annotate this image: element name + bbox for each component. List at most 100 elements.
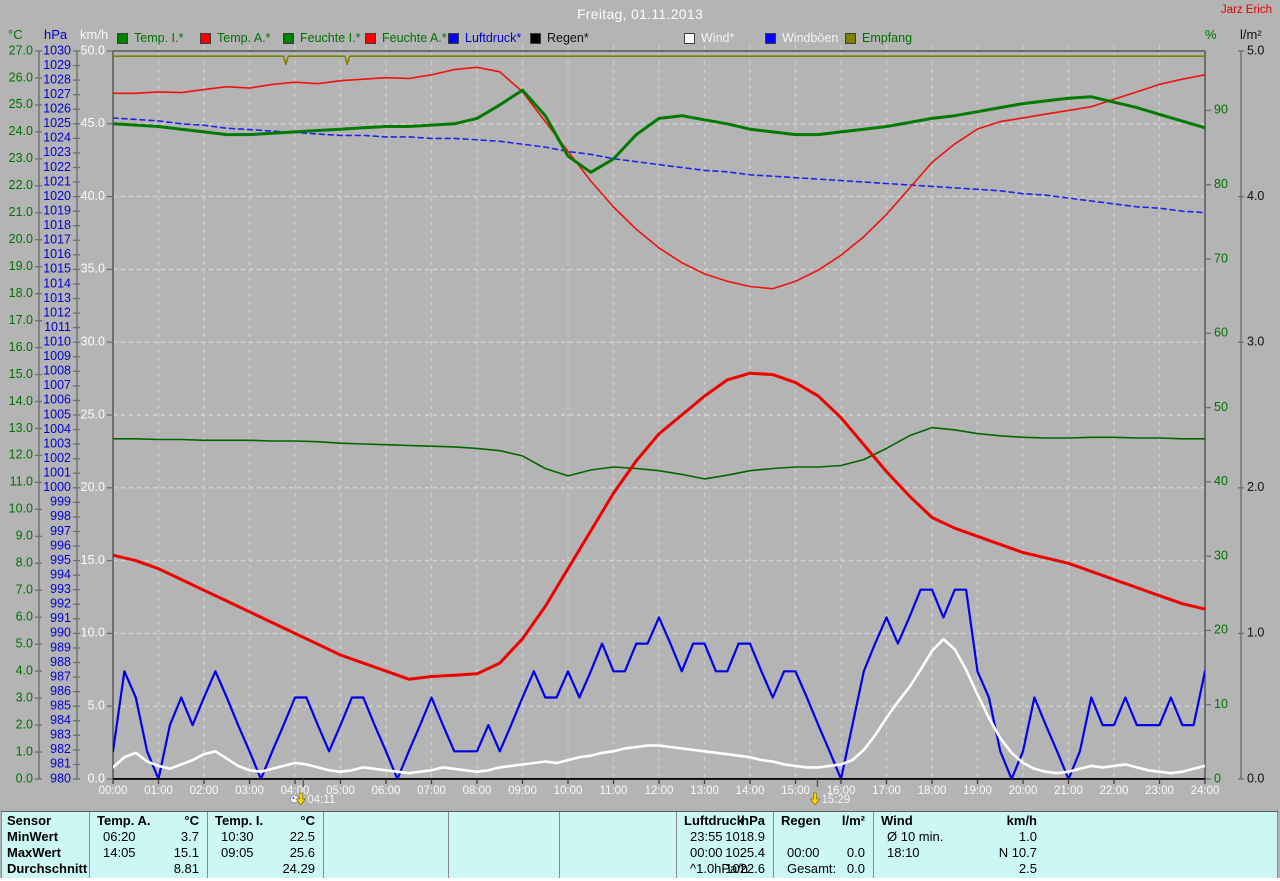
axis-tick-label: 1008	[43, 364, 71, 378]
x-axis-label: 08:00	[463, 785, 492, 797]
axis-tick-label: 1005	[43, 407, 71, 421]
axis-tick-label: 6.0	[16, 610, 33, 624]
table-cell: km/h	[1006, 813, 1037, 828]
axis-tick-label: 15.0	[81, 553, 105, 567]
axis-tick-label: 5.0	[16, 636, 33, 650]
x-axis-label: 19:00	[963, 785, 992, 797]
axis-tick-label: 4.0	[1247, 189, 1264, 203]
table-cell: 2.5	[1018, 861, 1037, 876]
axis-tick-label: 1013	[43, 291, 71, 305]
axis-tick-label: 20	[1214, 623, 1228, 637]
axis-tick-label: 19.0	[9, 259, 33, 273]
axis-tick-label: 991	[50, 611, 71, 625]
axis-tick-label: 9.0	[16, 529, 33, 543]
axis-tick-label: 988	[50, 655, 71, 669]
table-separator	[1277, 812, 1278, 878]
x-axis-label: 20:00	[1009, 785, 1038, 797]
axis-tick-label: 1022	[43, 160, 71, 174]
x-axis-label: 11:00	[600, 785, 628, 797]
table-cell: l/m²	[841, 813, 865, 828]
axis-tick-label: 982	[50, 742, 71, 756]
x-axis-label: 15:00	[781, 785, 810, 797]
axis-tick-label: 1000	[43, 480, 71, 494]
table-cell: 3.7	[180, 829, 199, 844]
axis-tick-label: 20.0	[9, 232, 33, 246]
x-axis-label: 18:00	[918, 785, 947, 797]
axis-tick-label: 4.0	[16, 663, 33, 677]
axis-tick-label: 26.0	[9, 70, 33, 84]
axis-tick-label: 1001	[43, 466, 71, 480]
axis-tick-label: 1003	[43, 436, 71, 450]
axis-tick-label: 25.0	[9, 97, 33, 111]
axis-tick-label: 1002	[43, 451, 71, 465]
axis-tick-label: 998	[50, 509, 71, 523]
gridlines	[38, 45, 1242, 779]
axis-tick-label: 10.0	[9, 502, 33, 516]
axis-tick-label: 30.0	[81, 334, 105, 348]
axis-tick-label: 2.0	[1247, 480, 1264, 494]
x-axis-label: 21:00	[1054, 785, 1083, 797]
table-separator	[559, 812, 560, 878]
x-axis-label: 13:00	[690, 785, 719, 797]
table-cell: 15.1	[173, 845, 199, 860]
x-axis-label: 17:00	[872, 785, 901, 797]
axis-tick-label: 12.0	[9, 448, 33, 462]
table-cell: 1022.6	[725, 861, 765, 876]
axis-tick-label: 1.0	[16, 744, 33, 758]
axis-tick-label: 5.0	[1247, 43, 1264, 57]
axis-tick-label: 989	[50, 640, 71, 654]
axis-tick-label: 1018	[43, 218, 71, 232]
axis-tick-label: 1006	[43, 393, 71, 407]
axis-tick-label: 995	[50, 553, 71, 567]
axis-tick-label: 987	[50, 669, 71, 683]
axis-tick-label: 1019	[43, 203, 71, 217]
axis-tick-label: 996	[50, 538, 71, 552]
x-axis-label: 09:00	[508, 785, 537, 797]
axis-tick-label: 1016	[43, 247, 71, 261]
axis-tick-label: 21.0	[9, 205, 33, 219]
axis-tick-label: 50.0	[81, 43, 105, 57]
axis-tick-label: 992	[50, 597, 71, 611]
axis-tick-label: 10.0	[81, 626, 105, 640]
axis-tick-label: 15.0	[9, 367, 33, 381]
table-cell: °C	[184, 813, 199, 828]
table-separator	[1, 812, 2, 878]
axis-tick-label: 994	[50, 567, 71, 581]
axis-tick-label: 16.0	[9, 340, 33, 354]
axis-tick-label: 23.0	[9, 151, 33, 165]
axis-tick-label: 11.0	[10, 475, 33, 489]
table-cell: 1018.9	[725, 829, 765, 844]
axis-tick-label: 1014	[43, 276, 71, 290]
axis-tick-label: 20.0	[81, 480, 105, 494]
axis-tick-label: 25.0	[81, 407, 105, 421]
marker-label: 04:11	[307, 794, 335, 806]
x-axis-label: 02:00	[190, 785, 219, 797]
table-separator	[448, 812, 449, 878]
table-cell: 25.6	[289, 845, 315, 860]
axis-tick-label: 17.0	[9, 313, 33, 327]
axis-tick-label: 1007	[43, 378, 71, 392]
axis-tick-label: 90	[1214, 103, 1228, 117]
table-cell: MinWert	[7, 829, 59, 844]
axis-tick-label: 1023	[43, 145, 71, 159]
axis-tick-label: 35.0	[81, 262, 105, 276]
axis-tick-label: 985	[50, 698, 71, 712]
axis-tick-label: 3.0	[1247, 334, 1264, 348]
table-separator	[323, 812, 324, 878]
axis-tick-label: 24.0	[9, 124, 33, 138]
table-cell: hPa	[741, 813, 765, 828]
axis-tick-label: 983	[50, 728, 71, 742]
table-cell: 0.0	[846, 861, 865, 876]
axis-tick-label: 1015	[43, 262, 71, 276]
table-cell: MaxWert	[7, 845, 61, 860]
table-cell: 24.29	[282, 861, 315, 876]
weather-app-window: Freitag, 01.11.2013 Jarz Erich °C hPa km…	[0, 0, 1280, 881]
axis-tick-label: 10	[1214, 697, 1228, 711]
axis-tick-label: 45.0	[81, 116, 105, 130]
x-axis-label: 12:00	[645, 785, 674, 797]
axis-tick-label: 7.0	[16, 583, 33, 597]
axis-tick-label: 1010	[43, 334, 71, 348]
table-cell: Sensor	[7, 813, 52, 828]
axis-tick-label: 1011	[44, 320, 71, 334]
table-cell: 0.0	[846, 845, 865, 860]
